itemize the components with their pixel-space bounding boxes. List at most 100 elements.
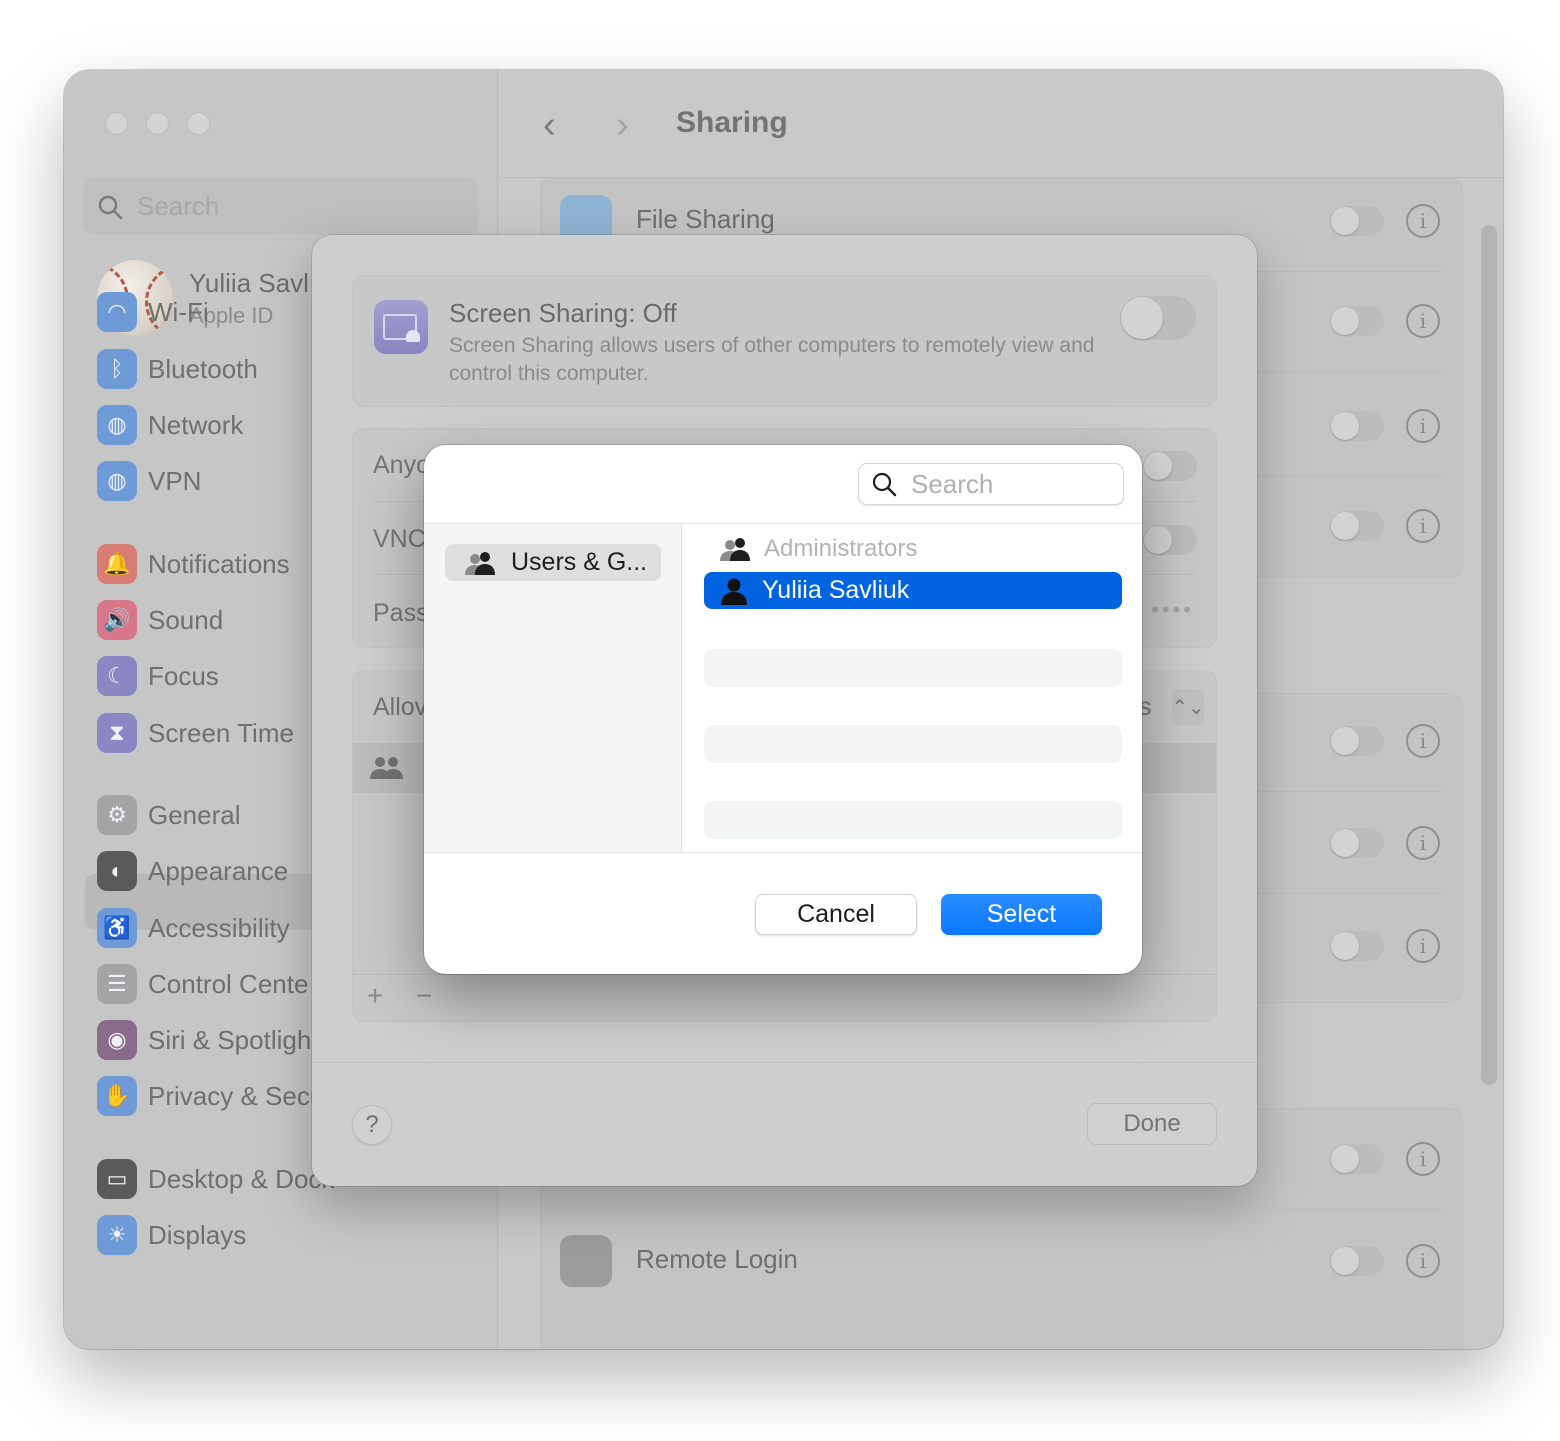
hand-icon: ✋ [97, 1076, 137, 1116]
screen-sharing-toggle[interactable] [1120, 296, 1196, 340]
info-icon[interactable]: i [1406, 826, 1440, 860]
service-toggle[interactable] [1330, 1144, 1384, 1174]
screen-sharing-icon [374, 300, 428, 354]
dialog-search-placeholder: Search [911, 468, 994, 499]
screen-sharing-card: Screen Sharing: Off Screen Sharing allow… [352, 275, 1217, 407]
source-users-groups[interactable]: Users & G... [445, 544, 661, 581]
add-user-button[interactable]: + [367, 980, 383, 1012]
sidebar-item-label: Siri & Spotligh [148, 1024, 312, 1055]
service-toggle[interactable] [1330, 726, 1384, 756]
sidebar-item-wi-fi[interactable]: ◠ Wi-Fi [97, 292, 209, 332]
info-icon[interactable]: i [1406, 724, 1440, 758]
dialog-search-input[interactable]: Search [858, 463, 1124, 505]
sidebar-item-screen-time[interactable]: ⧗ Screen Time [97, 713, 294, 753]
info-icon[interactable]: i [1406, 304, 1440, 338]
sidebar-search-input[interactable]: Search [83, 178, 479, 235]
sidebar-item-bluetooth[interactable]: ᛒ Bluetooth [97, 349, 258, 389]
password-value[interactable]: •••• [1151, 597, 1194, 623]
help-button[interactable]: ? [352, 1105, 392, 1145]
bluetooth-icon: ᛒ [97, 349, 137, 389]
divider [424, 852, 1142, 853]
zoom-window-button[interactable] [187, 112, 210, 135]
bell-icon: 🔔 [97, 544, 137, 584]
gear-icon: ⚙ [97, 795, 137, 835]
window-controls [105, 112, 210, 135]
source-list: Users & G... [424, 524, 682, 852]
user-chooser-dialog: Search Users & G... Administrators Yulii… [424, 445, 1142, 974]
select-button[interactable]: Select [941, 894, 1102, 935]
moon-icon: ☾ [97, 656, 137, 696]
remove-user-button[interactable]: − [416, 980, 432, 1012]
search-icon [98, 195, 123, 219]
sidebar-item-label: Displays [148, 1219, 247, 1250]
service-toggle[interactable] [1330, 931, 1384, 961]
sidebar-item-label: Notifications [148, 548, 290, 579]
cancel-button[interactable]: Cancel [755, 894, 917, 935]
speaker-icon: 🔊 [97, 600, 137, 640]
info-icon[interactable]: i [1406, 1244, 1440, 1278]
option-vnc-label: VNC [373, 525, 426, 553]
info-icon[interactable]: i [1406, 409, 1440, 443]
option-vnc-toggle[interactable] [1143, 525, 1197, 555]
search-icon [872, 472, 897, 497]
sidebar-item-accessibility[interactable]: ♿ Accessibility [97, 908, 290, 948]
minimize-window-button[interactable] [146, 112, 169, 135]
user-row-selected[interactable]: Yuliia Savliuk [704, 572, 1122, 609]
terminal-icon [560, 1235, 612, 1287]
sidebar-item-label: General [148, 799, 241, 830]
sheet-footer-divider [312, 1062, 1257, 1063]
dock-icon: ▭ [97, 1159, 137, 1199]
sidebar-item-label: Sound [148, 604, 224, 635]
page-title: Sharing [676, 106, 788, 139]
service-label: Remote Login [636, 1244, 798, 1274]
person-icon [721, 578, 747, 605]
divider [353, 974, 1216, 975]
option-anyone-toggle[interactable] [1143, 451, 1197, 481]
scrollbar[interactable] [1481, 225, 1497, 1085]
sidebar-item-focus[interactable]: ☾ Focus [97, 656, 219, 696]
control-center-icon: ☰ [97, 964, 137, 1004]
service-toggle[interactable] [1330, 306, 1384, 336]
close-window-button[interactable] [105, 112, 128, 135]
sidebar-item-label: Screen Time [148, 717, 294, 748]
info-icon[interactable]: i [1406, 509, 1440, 543]
service-toggle[interactable] [1330, 1246, 1384, 1276]
sidebar-item-control-cente[interactable]: ☰ Control Cente [97, 964, 308, 1004]
service-toggle[interactable] [1330, 511, 1384, 541]
service-toggle[interactable] [1330, 411, 1384, 441]
done-button[interactable]: Done [1087, 1103, 1217, 1145]
sidebar-item-label: Control Cente [148, 968, 309, 999]
back-button[interactable]: ‹ [543, 104, 556, 147]
user-label: Yuliia Savliuk [762, 576, 910, 604]
info-icon[interactable]: i [1406, 929, 1440, 963]
sidebar-item-notifications[interactable]: 🔔 Notifications [97, 544, 290, 584]
sidebar-item-network[interactable]: ◍ Network [97, 405, 243, 445]
sidebar-item-general[interactable]: ⚙ General [97, 795, 241, 835]
sidebar-item-label: VPN [148, 465, 202, 496]
sidebar-item-siri-spotligh[interactable]: ◉ Siri & Spotligh [97, 1020, 311, 1060]
option-password-label: Pass [373, 599, 429, 627]
globe-icon: ◍ [97, 405, 137, 445]
info-icon[interactable]: i [1406, 1142, 1440, 1176]
sharing-service-row[interactable]: Remote Login i [540, 1210, 1463, 1312]
sidebar-item-sound[interactable]: 🔊 Sound [97, 600, 223, 640]
service-toggle[interactable] [1330, 828, 1384, 858]
service-toggle[interactable] [1330, 206, 1384, 236]
accessibility-icon: ♿ [97, 908, 137, 948]
allow-access-stepper[interactable]: ⌃⌄ [1171, 689, 1205, 725]
sidebar-item-label: Bluetooth [148, 353, 258, 384]
sidebar-item-appearance[interactable]: ◐ Appearance [97, 851, 288, 891]
sidebar-search-placeholder: Search [137, 191, 220, 221]
sidebar-item-label: Accessibility [148, 912, 290, 943]
group-icon [720, 538, 750, 561]
hourglass-icon: ⧗ [97, 713, 137, 753]
users-groups-icon [465, 551, 495, 575]
sidebar-item-displays[interactable]: ☀ Displays [97, 1215, 246, 1255]
sidebar-item-desktop-dock[interactable]: ▭ Desktop & Dock [97, 1159, 334, 1199]
sun-icon: ☀ [97, 1215, 137, 1255]
empty-list-row [704, 801, 1122, 839]
sidebar-item-label: Appearance [148, 855, 289, 886]
info-icon[interactable]: i [1406, 204, 1440, 238]
forward-button[interactable]: › [616, 104, 629, 147]
sidebar-item-vpn[interactable]: ◍ VPN [97, 461, 201, 501]
